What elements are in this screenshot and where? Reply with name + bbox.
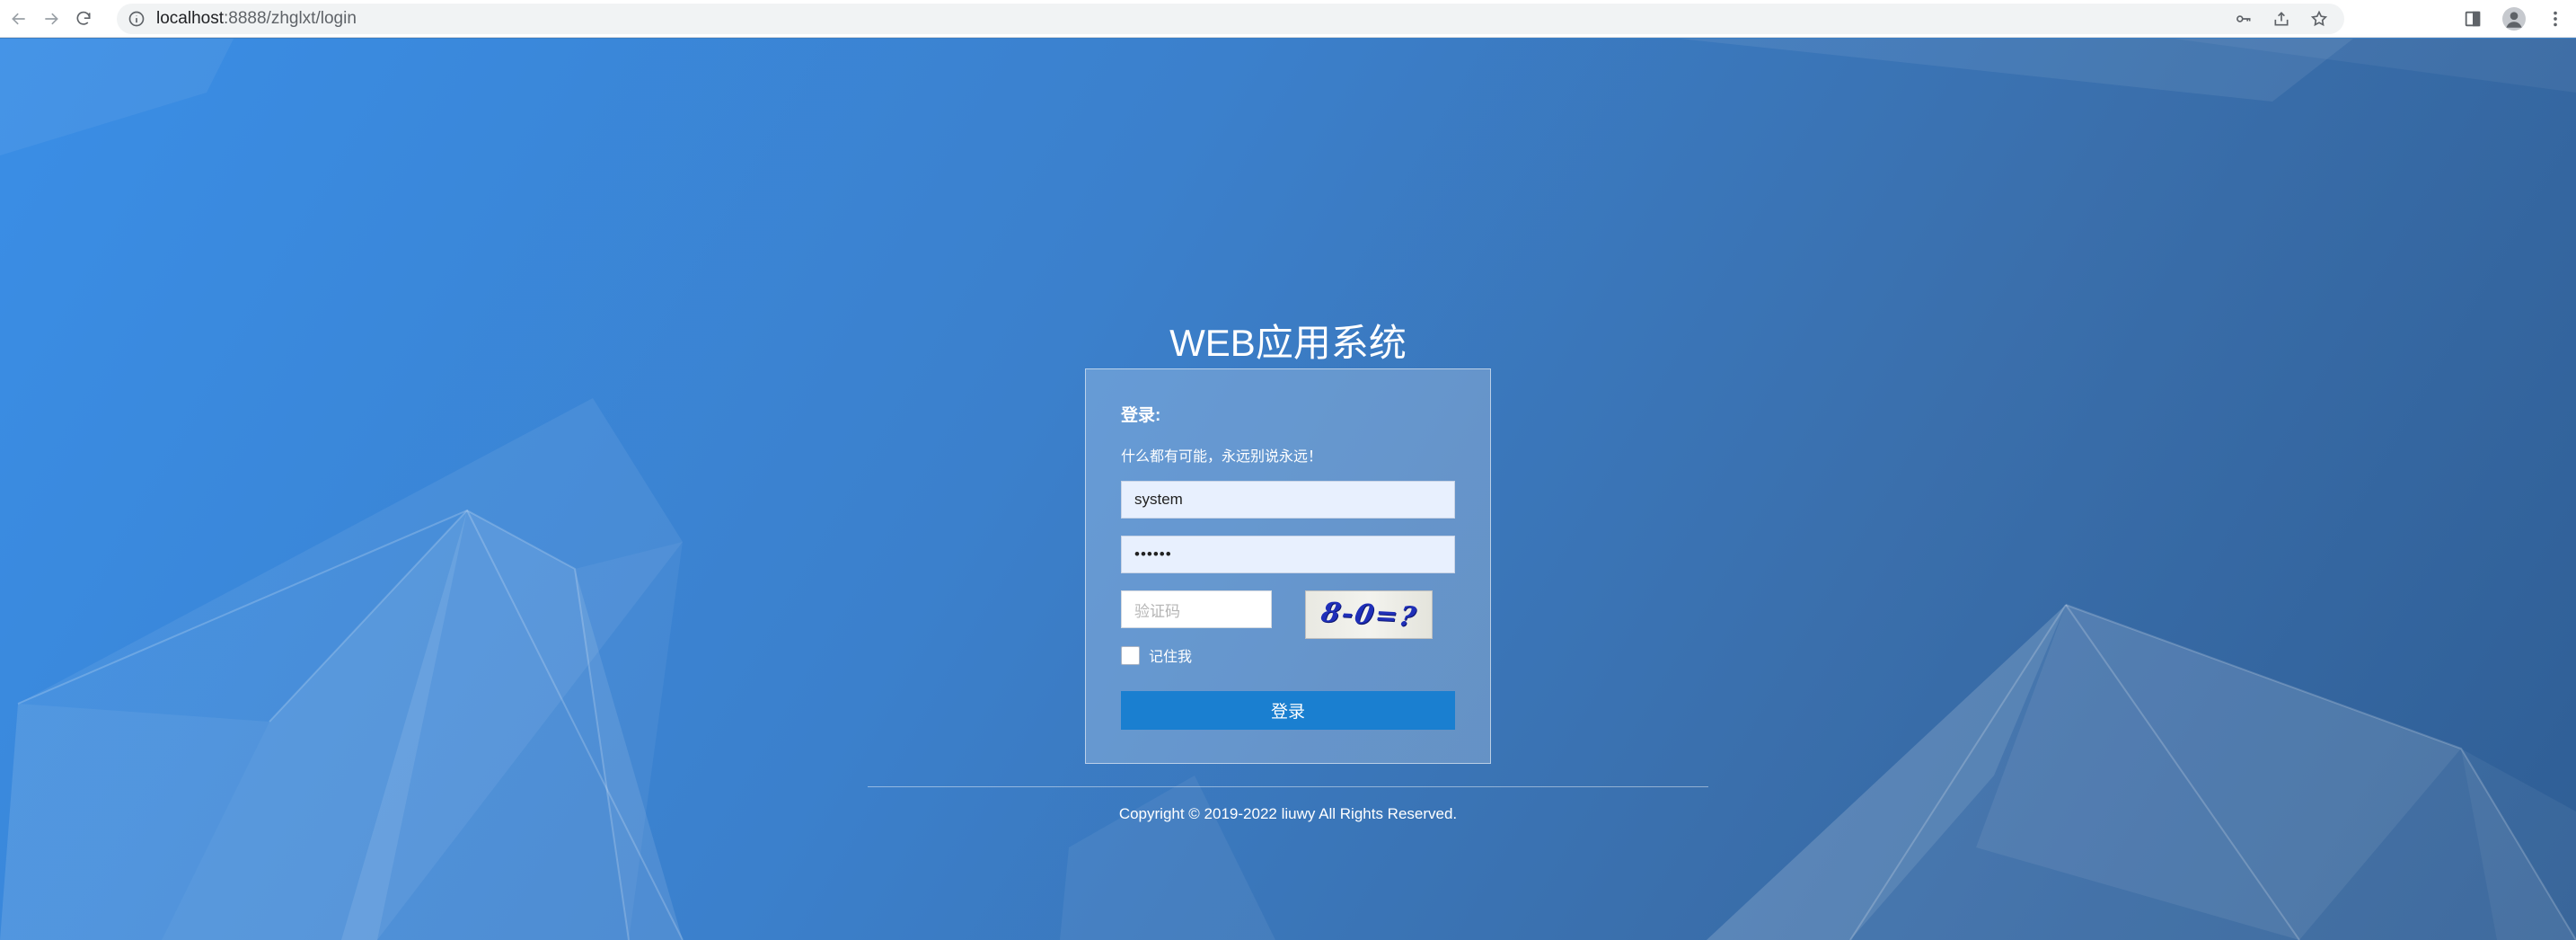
url-text[interactable]: localhost:8888/zhglxt/login [156, 9, 357, 29]
star-icon[interactable] [2310, 10, 2328, 28]
side-panel-icon[interactable] [2463, 9, 2483, 29]
captcha-text: 8-0=? [1318, 596, 1420, 634]
info-icon[interactable] [128, 10, 146, 28]
remember-me[interactable]: 记住我 [1121, 644, 1192, 666]
browser-toolbar: localhost:8888/zhglxt/login [0, 0, 2576, 38]
remember-me-checkbox[interactable] [1121, 645, 1140, 665]
reload-button[interactable] [70, 5, 97, 32]
captcha-input[interactable]: 验证码 [1121, 590, 1272, 628]
login-heading: 登录: [1121, 406, 1161, 425]
login-motto: 什么都有可能，永远别说永远！ [1121, 449, 1323, 465]
key-icon[interactable] [2235, 10, 2253, 28]
address-bar[interactable]: localhost:8888/zhglxt/login [117, 4, 2344, 34]
forward-button[interactable] [38, 5, 65, 32]
footer-divider [868, 786, 1708, 787]
password-input[interactable]: •••••• [1121, 536, 1455, 573]
profile-avatar-icon[interactable] [2502, 7, 2526, 31]
login-button[interactable]: 登录 [1121, 691, 1455, 730]
share-icon[interactable] [2272, 10, 2290, 28]
username-input[interactable]: system [1121, 481, 1455, 519]
arrow-right-icon [45, 13, 58, 24]
kebab-menu-icon[interactable] [2545, 9, 2565, 29]
remember-me-label: 记住我 [1149, 650, 1193, 665]
arrow-left-icon [12, 13, 25, 24]
back-button[interactable] [5, 5, 32, 32]
url-host: localhost [156, 9, 224, 28]
system-title: WEB应用系统 [1169, 322, 1407, 364]
copyright-text: Copyright © 2019-2022 liuwy All Rights R… [1118, 805, 1458, 822]
url-path: :8888/zhglxt/login [224, 9, 357, 28]
login-panel: 登录: 什么都有可能，永远别说永远！ system •••••• 验证码 8-0… [1085, 368, 1491, 764]
captcha-image[interactable]: 8-0=? [1305, 590, 1433, 639]
reload-icon [76, 11, 91, 25]
